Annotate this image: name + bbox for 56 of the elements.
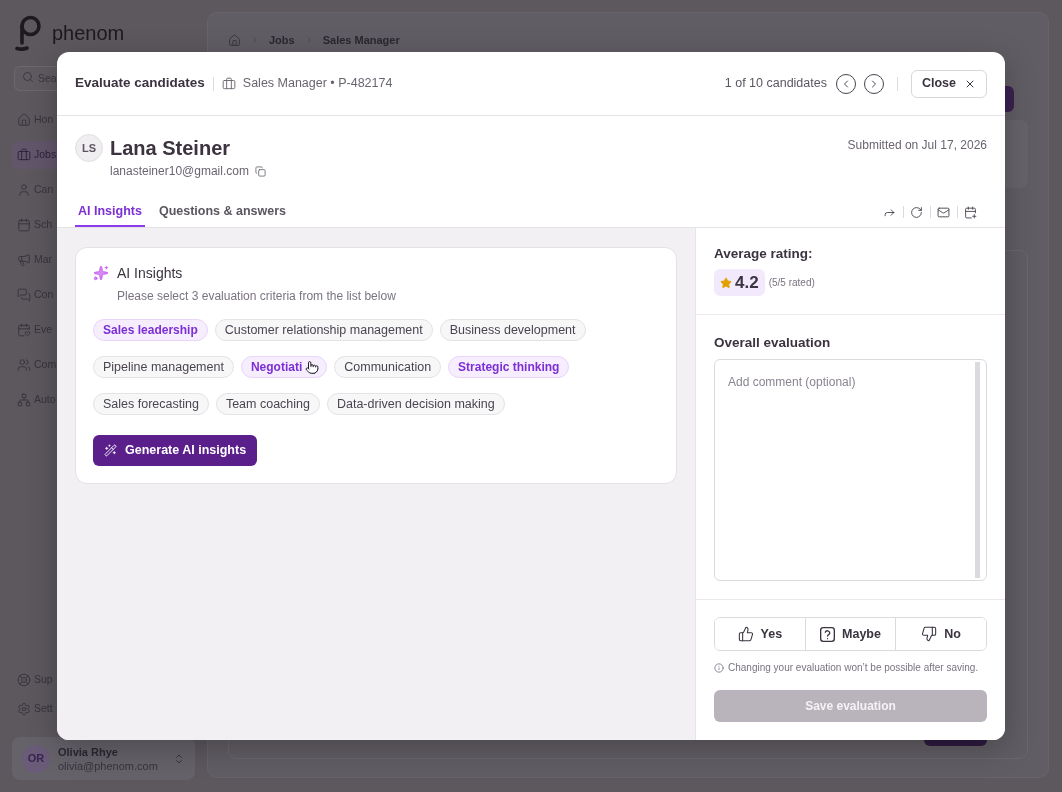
- briefcase-icon: [221, 76, 236, 91]
- home-icon: [17, 113, 31, 127]
- candidate-avatar: LS: [75, 134, 103, 162]
- question-icon: [820, 626, 836, 642]
- settings-icon: [17, 702, 31, 716]
- pager-label: 1 of 10 candidates: [724, 75, 827, 93]
- mail-icon[interactable]: [937, 205, 950, 219]
- magic-wand-icon: [104, 444, 117, 457]
- hand-cursor-icon: [305, 359, 320, 375]
- evaluation-note: Changing your evaluation won’t be possible after saving.: [728, 661, 979, 675]
- criteria-chip[interactable]: Business development: [439, 319, 586, 341]
- scrollbar[interactable]: [975, 362, 980, 578]
- insights-subtitle: Please select 3 evaluation criteria from the list below: [117, 289, 397, 303]
- thumbs-down-icon: [921, 626, 938, 642]
- rating-count: (5/5 rated): [768, 276, 815, 290]
- calendar-add-icon[interactable]: [964, 205, 977, 219]
- criteria-chip[interactable]: Pipeline management: [93, 356, 234, 378]
- logo-text: phenom: [52, 23, 125, 43]
- copy-icon[interactable]: [254, 165, 266, 177]
- criteria-chip[interactable]: Data-driven decision making: [326, 393, 505, 415]
- generate-button[interactable]: Generate AI insights: [93, 435, 258, 466]
- criteria-chip[interactable]: Communication: [334, 356, 442, 378]
- evaluation-option[interactable]: No: [895, 618, 986, 650]
- criteria-chip[interactable]: Sales forecasting: [93, 393, 209, 415]
- rating-badge: 4.2: [714, 269, 765, 296]
- calendar-icon: [17, 218, 31, 232]
- thumbs-up-icon: [737, 626, 754, 642]
- modal-title: Evaluate candidates: [75, 74, 205, 93]
- search-icon: [22, 71, 34, 83]
- calendar-icon: [17, 323, 31, 337]
- users-icon: [17, 358, 31, 372]
- info-icon: [714, 662, 724, 673]
- refresh-icon[interactable]: [910, 205, 923, 219]
- criteria-chip[interactable]: Customer relationship management: [214, 319, 433, 341]
- candidate-email: lanasteiner10@gmail.com: [110, 163, 249, 180]
- criteria-chip[interactable]: Negotiati: [240, 356, 328, 378]
- megaphone-icon: [17, 253, 31, 267]
- candidate-name: Lana Steiner: [110, 136, 231, 160]
- criteria-chip[interactable]: Team coaching: [215, 393, 320, 415]
- criteria-chip[interactable]: Sales leadership: [93, 319, 208, 341]
- comment-field[interactable]: Add comment (optional): [714, 359, 987, 581]
- rating-label: Average rating:: [714, 246, 814, 262]
- submitted-date: Submitted on Jul 17, 2026: [847, 137, 987, 154]
- network-icon: [17, 393, 31, 407]
- lifebuoy-icon: [17, 673, 31, 687]
- star-icon: [720, 276, 732, 289]
- job-label: Sales Manager • P-482174: [242, 75, 393, 93]
- sparkle-icon: [93, 265, 109, 281]
- tab[interactable]: Questions & answers: [155, 197, 290, 227]
- user-icon: [17, 183, 31, 197]
- chat-icon: [17, 288, 31, 302]
- briefcase-icon: [17, 148, 31, 162]
- evaluation-label: Overall evaluation: [714, 335, 832, 351]
- close-button[interactable]: Close: [910, 69, 987, 98]
- insights-title: AI Insights: [117, 263, 183, 283]
- criteria-chip[interactable]: Strategic thinking: [448, 356, 570, 378]
